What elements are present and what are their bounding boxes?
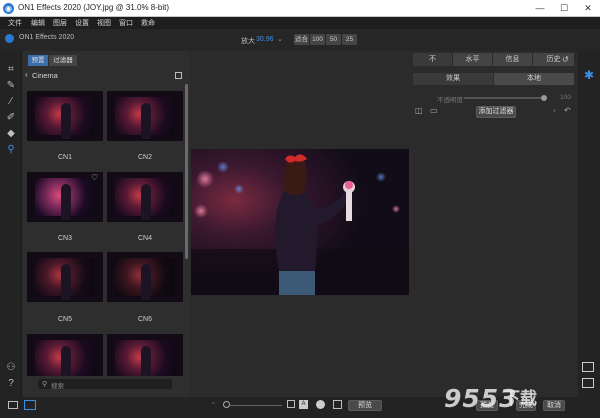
photo-illustration bbox=[191, 149, 409, 295]
tab-levels[interactable]: 水平 bbox=[453, 53, 492, 66]
breadcrumb[interactable]: Cinema bbox=[32, 71, 58, 80]
cancel-button[interactable]: 取消 bbox=[543, 400, 565, 411]
preset-thumb-cn6[interactable] bbox=[107, 252, 183, 302]
heart-icon[interactable]: ♡ bbox=[91, 173, 98, 182]
eraser-icon[interactable]: ◆ bbox=[5, 128, 17, 140]
help-icon[interactable]: ? bbox=[5, 378, 17, 390]
menu-settings[interactable]: 设置 bbox=[75, 18, 89, 28]
menu-bar bbox=[0, 17, 600, 29]
minimize-button[interactable]: — bbox=[528, 0, 552, 16]
close-button[interactable]: ✕ bbox=[576, 0, 600, 16]
back-chevron-icon[interactable]: ‹ bbox=[25, 70, 28, 79]
zoom-25-button[interactable]: 25 bbox=[342, 34, 357, 45]
grid-view-icon[interactable] bbox=[175, 72, 182, 79]
right-panel bbox=[410, 51, 578, 397]
preset-thumb-cn2[interactable] bbox=[107, 91, 183, 141]
add-filter-button[interactable]: 添加过滤器 bbox=[476, 106, 516, 118]
retouch-icon[interactable]: ⁄ bbox=[5, 96, 17, 108]
zoom-slider-knob[interactable] bbox=[223, 401, 230, 408]
search-icon: ⚲ bbox=[42, 381, 48, 388]
opacity-value: 100 bbox=[560, 94, 571, 101]
gear-icon[interactable]: ✱ bbox=[583, 69, 595, 81]
crop-icon[interactable]: ⌗ bbox=[5, 64, 17, 76]
menu-edit[interactable]: 编辑 bbox=[31, 18, 45, 28]
tab-info[interactable]: 信息 bbox=[493, 53, 532, 66]
opacity-slider-knob[interactable] bbox=[541, 95, 547, 101]
preset-thumb-cn4[interactable] bbox=[107, 172, 183, 222]
menu-window[interactable]: 窗口 bbox=[119, 18, 133, 28]
zoom-dropdown-icon[interactable]: ⌄ bbox=[277, 35, 283, 43]
filmstrip-toggle-icon[interactable] bbox=[24, 400, 36, 410]
preview-button[interactable]: 预览 bbox=[348, 400, 382, 411]
preset-thumb-cn1[interactable] bbox=[27, 91, 103, 141]
preset-label: CN5 bbox=[57, 316, 72, 323]
tab-none[interactable]: 不 bbox=[413, 53, 452, 66]
text-a-icon[interactable]: A bbox=[299, 400, 308, 409]
person-icon[interactable]: ⚇ bbox=[5, 362, 17, 374]
print-icon[interactable] bbox=[582, 362, 594, 372]
menu-view[interactable]: 视图 bbox=[97, 18, 111, 28]
visibility-icon[interactable]: ◦ bbox=[553, 106, 556, 115]
watermark-sub: 下载 bbox=[503, 389, 537, 408]
zoom-50-button[interactable]: 50 bbox=[326, 34, 341, 45]
frame-icon[interactable] bbox=[287, 400, 295, 408]
preset-thumb-cn7[interactable] bbox=[27, 334, 103, 376]
tab-presets[interactable]: 预置 bbox=[28, 55, 48, 66]
preset-thumb-cn5[interactable] bbox=[27, 252, 103, 302]
brush-icon[interactable]: ✎ bbox=[5, 80, 17, 92]
search-adjust-icon[interactable]: ⚲ bbox=[5, 144, 17, 156]
tab-filters[interactable]: 过滤器 bbox=[49, 55, 77, 66]
search-placeholder: 搜索 bbox=[51, 383, 64, 390]
browser-scrollbar[interactable] bbox=[185, 84, 188, 259]
subtab-effects[interactable]: 效果 bbox=[413, 73, 493, 85]
right-rail bbox=[578, 51, 600, 397]
zoom-slider[interactable] bbox=[230, 405, 282, 406]
lock-icon[interactable] bbox=[333, 400, 342, 409]
maximize-button[interactable]: ☐ bbox=[552, 0, 576, 16]
camera-icon[interactable]: ◫ bbox=[415, 106, 423, 115]
preset-label: CN3 bbox=[57, 235, 72, 242]
window-title: ON1 Effects 2020 (JOY.jpg @ 31.0% 8-bit) bbox=[18, 3, 170, 12]
reset-icon[interactable]: ↶ bbox=[564, 106, 571, 115]
preset-label: CN2 bbox=[137, 154, 152, 161]
undo-icon[interactable]: ↺ bbox=[562, 55, 569, 64]
film-icon[interactable]: ▭ bbox=[430, 106, 438, 115]
menu-layer[interactable]: 图层 bbox=[53, 18, 67, 28]
menu-file[interactable]: 文件 bbox=[8, 18, 22, 28]
panel-toggle-icon[interactable] bbox=[8, 401, 18, 409]
opacity-slider[interactable] bbox=[464, 97, 546, 99]
opacity-label: 不透明度 bbox=[437, 97, 463, 104]
app-icon: ◉ bbox=[3, 3, 14, 14]
menu-help[interactable]: 救命 bbox=[141, 18, 155, 28]
masking-brush-icon[interactable]: ✐ bbox=[5, 112, 17, 124]
export-icon[interactable] bbox=[582, 378, 594, 388]
preset-label: CN4 bbox=[137, 235, 152, 242]
zoom-label: 放大 bbox=[241, 38, 255, 45]
preset-thumb-cn8[interactable] bbox=[107, 334, 183, 376]
zoom-value[interactable]: 30.96 bbox=[256, 36, 274, 43]
zoom-fit-button[interactable]: 适合 bbox=[294, 34, 309, 45]
zoom-100-button[interactable]: 100 bbox=[310, 34, 325, 45]
preset-label: CN6 bbox=[137, 316, 152, 323]
zoom-out-icon[interactable]: ▫ bbox=[212, 400, 214, 407]
app-name: ON1 Effects 2020 bbox=[19, 34, 75, 41]
mask-circle-icon[interactable] bbox=[316, 400, 325, 409]
preset-label: CN1 bbox=[57, 154, 72, 161]
subtab-local[interactable]: 本地 bbox=[494, 73, 574, 85]
main-photo[interactable] bbox=[191, 149, 409, 295]
app-logo-icon bbox=[5, 34, 14, 43]
